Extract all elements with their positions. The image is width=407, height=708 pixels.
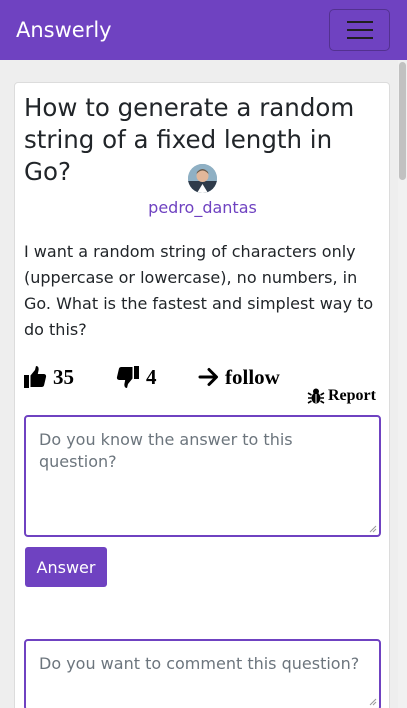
navbar: Answerly <box>0 0 407 60</box>
resize-grip-icon[interactable] <box>369 525 377 533</box>
arrow-right-icon <box>198 368 218 386</box>
brand-logo[interactable]: Answerly <box>16 18 112 42</box>
answer-button[interactable]: Answer <box>25 547 107 587</box>
hamburger-icon-bar <box>347 29 373 31</box>
author-link[interactable]: pedro_dantas <box>0 198 405 217</box>
follow-button[interactable]: follow <box>198 363 280 391</box>
downvote-button[interactable]: 4 <box>116 363 157 391</box>
upvote-count: 35 <box>53 364 74 389</box>
comment-input[interactable] <box>24 639 381 708</box>
avatar-image <box>188 164 217 193</box>
follow-label: follow <box>225 364 280 389</box>
downvote-count: 4 <box>146 364 157 389</box>
scrollbar-thumb[interactable] <box>399 62 406 180</box>
hamburger-icon <box>347 21 373 23</box>
thumbs-down-icon <box>116 366 139 388</box>
page-scrollbar[interactable] <box>398 60 407 708</box>
hamburger-icon-bar <box>347 37 373 39</box>
avatar[interactable] <box>188 164 217 193</box>
upvote-button[interactable]: 35 <box>23 363 74 391</box>
thumbs-up-icon <box>24 366 47 388</box>
question-body: I want a random string of characters onl… <box>24 242 374 339</box>
resize-grip-icon[interactable] <box>369 698 377 706</box>
menu-toggle-button[interactable] <box>329 9 390 51</box>
answer-input[interactable] <box>24 415 381 537</box>
report-label: Report <box>328 387 376 404</box>
bug-icon <box>307 388 325 404</box>
report-button[interactable]: Report <box>307 387 376 405</box>
